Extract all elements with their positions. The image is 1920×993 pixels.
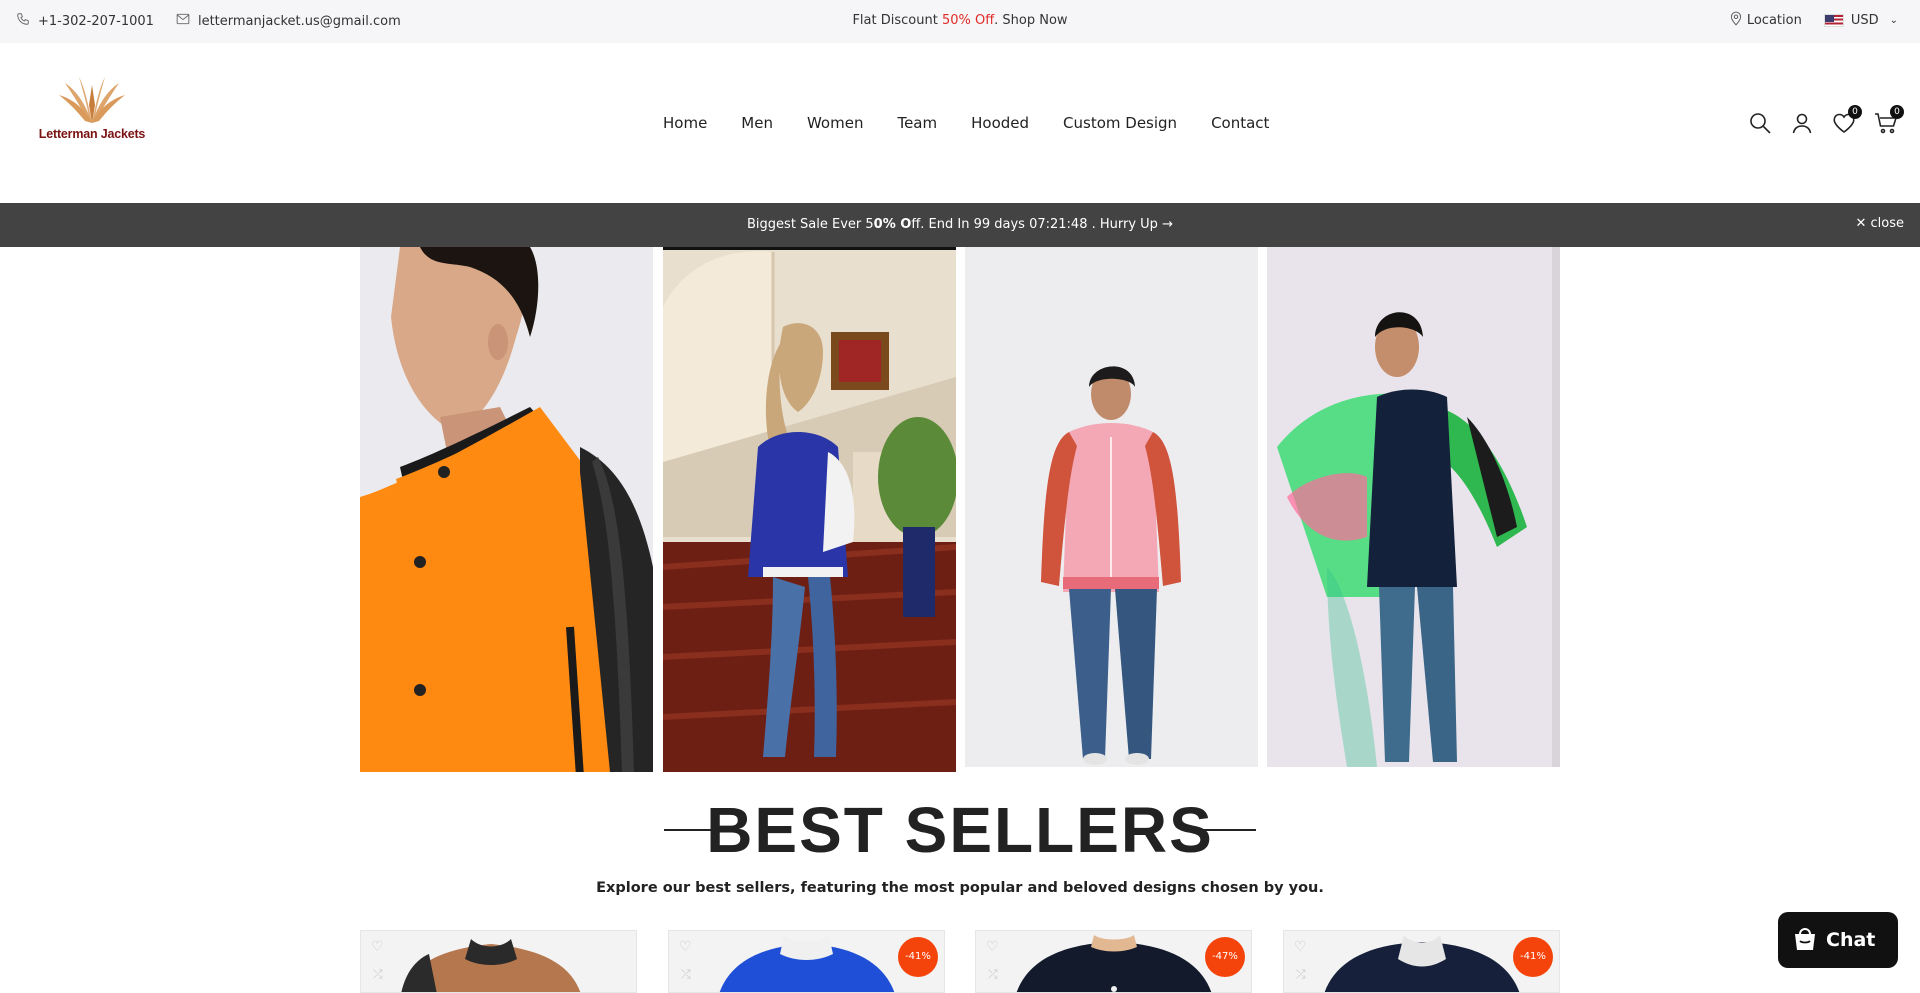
sale-suffix: ff. End In 99 days 07:21:48 . Hurry Up → [911, 217, 1173, 232]
product-card[interactable]: ♡ ⤮ -41% [1283, 930, 1560, 993]
us-flag-icon [1823, 14, 1844, 27]
discount-badge: -47% [1205, 937, 1245, 977]
orange-jacket-video-frame [360, 247, 653, 772]
nav-contact[interactable]: Contact [1211, 114, 1269, 132]
product-card[interactable]: ♡ ⤮ -41% [668, 930, 945, 993]
best-sellers-subtitle: Explore our best sellers, featuring the … [596, 880, 1324, 896]
product-card[interactable]: ♡ ⤮ [360, 930, 637, 993]
chat-label: Chat [1826, 929, 1876, 951]
wishlist-heart-icon[interactable]: ♡ [371, 939, 384, 955]
wishlist-heart-icon[interactable]: ♡ [679, 939, 692, 955]
close-button[interactable]: ✕ close [1855, 216, 1904, 231]
discount-badge: -41% [898, 937, 938, 977]
nav-hooded[interactable]: Hooded [971, 114, 1029, 132]
blue-jacket-video-frame [663, 247, 956, 772]
search-icon [1750, 113, 1771, 134]
user-icon [1792, 113, 1812, 134]
wishlist-button[interactable]: 0 [1832, 105, 1862, 135]
wishlist-heart-icon[interactable]: ♡ [1294, 939, 1307, 955]
wishlist-count-badge: 0 [1848, 105, 1862, 119]
product-grid: ♡ ⤮ ♡ ⤮ -41% ♡ ⤮ -47% ♡ ⤮ -41% [360, 930, 1560, 993]
top-bar: +1-302-207-1001 lettermanjacket.us@gmail… [0, 0, 1920, 43]
video-tile-4[interactable] [1267, 247, 1560, 767]
close-label: close [1870, 216, 1904, 231]
chat-button[interactable]: Chat [1778, 912, 1898, 968]
nav-home[interactable]: Home [663, 114, 707, 132]
compare-icon[interactable]: ⤮ [1296, 967, 1306, 982]
compare-icon[interactable]: ⤮ [373, 967, 383, 982]
green-jacket-video-frame [1267, 247, 1560, 767]
logo-text: Letterman Jackets [38, 127, 146, 141]
nav-custom-design[interactable]: Custom Design [1063, 114, 1177, 132]
compare-icon[interactable]: ⤮ [681, 967, 691, 982]
wishlist-heart-icon[interactable]: ♡ [986, 939, 999, 955]
account-button[interactable] [1790, 111, 1814, 135]
cart-button[interactable]: 0 [1874, 105, 1904, 135]
site-header: Letterman Jackets Home Men Women Team Ho… [0, 43, 1920, 203]
main-nav: Home Men Women Team Hooded Custom Design… [663, 114, 1269, 132]
close-icon: ✕ [1855, 216, 1867, 231]
currency-selector[interactable]: USD ⌄ [1823, 13, 1898, 28]
site-logo[interactable]: Letterman Jackets [32, 75, 152, 155]
sale-message[interactable]: Biggest Sale Ever 50% Off. End In 99 day… [0, 217, 1920, 232]
discount-badge: -41% [1513, 937, 1553, 977]
title-line-right [1196, 829, 1256, 831]
location-pin-icon [1730, 11, 1742, 30]
wings-logo-icon [59, 77, 125, 123]
nav-men[interactable]: Men [741, 114, 773, 132]
location-label: Location [1746, 13, 1802, 28]
compare-icon[interactable]: ⤮ [988, 967, 998, 982]
product-card[interactable]: ♡ ⤮ -47% [975, 930, 1252, 993]
header-icons: 0 0 [1748, 105, 1904, 135]
nav-women[interactable]: Women [807, 114, 863, 132]
promo-highlight: 50% Of [941, 13, 995, 28]
search-button[interactable] [1748, 111, 1772, 135]
pink-jacket-video-frame [965, 247, 1258, 767]
top-promo[interactable]: Flat Discount 50% Off. Shop Now [0, 13, 1920, 28]
location-link[interactable]: Location [1730, 11, 1802, 30]
promo-prefix: Flat Discount [852, 13, 942, 28]
currency-label: USD [1850, 13, 1879, 28]
cart-count-badge: 0 [1890, 105, 1904, 119]
sale-bold: 0% O [873, 217, 912, 232]
video-tile-2[interactable] [663, 247, 956, 772]
promo-suffix: f. Shop Now [994, 13, 1068, 28]
best-sellers-title: BEST SELLERS [706, 794, 1214, 866]
chevron-down-icon: ⌄ [1889, 15, 1898, 26]
sale-prefix: Biggest Sale Ever 5 [747, 217, 874, 232]
video-gallery [360, 247, 1560, 772]
video-tile-3[interactable] [965, 247, 1258, 767]
chat-bag-icon [1795, 928, 1815, 950]
nav-team[interactable]: Team [897, 114, 937, 132]
sale-announcement-bar: Biggest Sale Ever 50% Off. End In 99 day… [0, 203, 1920, 247]
product-image [361, 931, 636, 992]
video-tile-1[interactable] [360, 247, 653, 772]
